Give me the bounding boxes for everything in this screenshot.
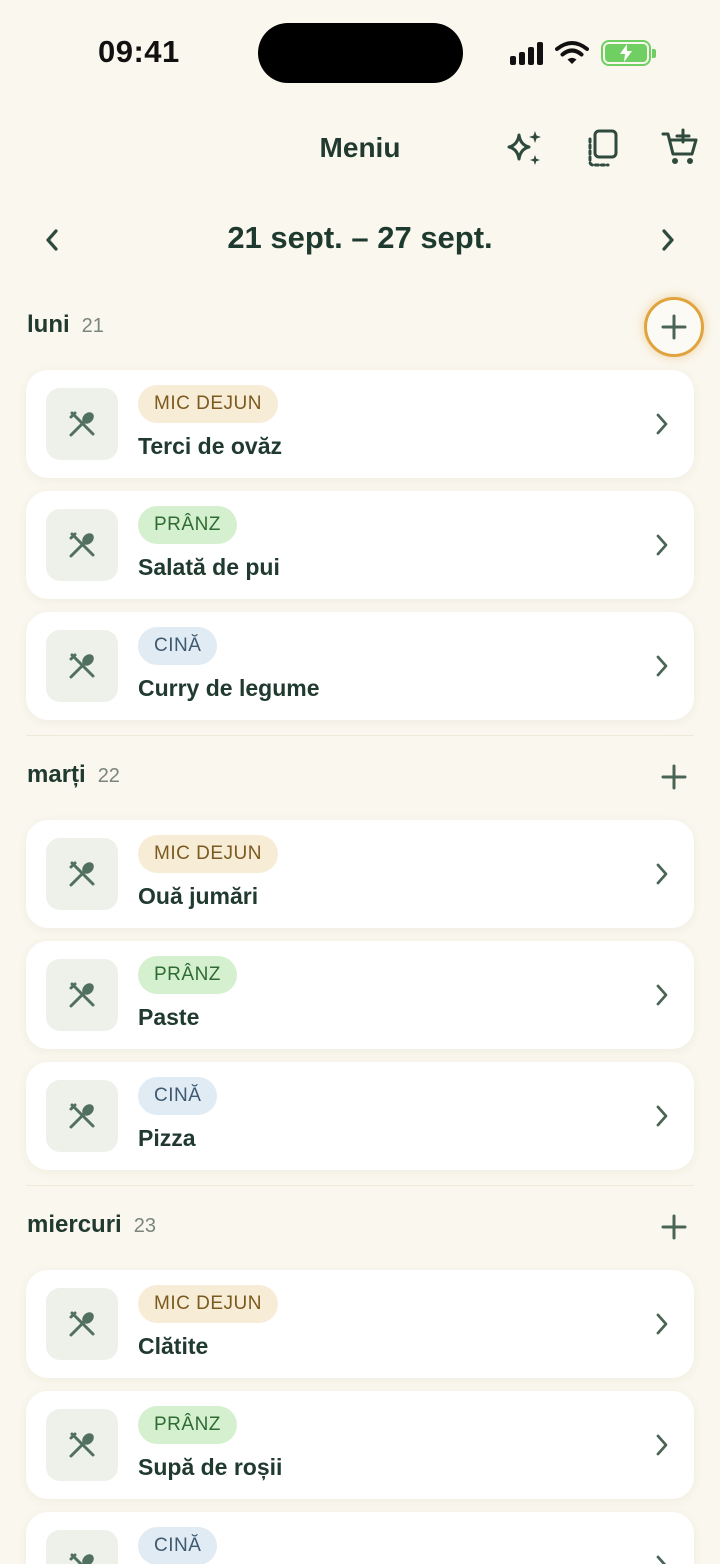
- status-time: 09:41: [98, 34, 180, 69]
- meal-type-badge: MIC DEJUN: [138, 385, 278, 423]
- meal-type-badge: MIC DEJUN: [138, 1285, 278, 1323]
- meal-name: Clătite: [138, 1333, 209, 1359]
- chevron-right-icon: [648, 1431, 676, 1459]
- meal-type-badge: PRÂNZ: [138, 1406, 237, 1444]
- cellular-signal-icon: [510, 41, 543, 65]
- meal-card[interactable]: PRÂNZ Supă de roșii: [26, 1391, 694, 1499]
- meal-thumbnail: [46, 630, 118, 702]
- meal-card[interactable]: MIC DEJUN Clătite: [26, 1270, 694, 1378]
- utensils-icon: [69, 982, 95, 1008]
- section-divider: [26, 735, 694, 736]
- chevron-right-icon: [648, 1102, 676, 1130]
- meal-thumbnail: [46, 959, 118, 1031]
- day-name: luni 21: [27, 311, 104, 338]
- meal-card[interactable]: CINĂ Pizza: [26, 1062, 694, 1170]
- plus-icon: [661, 1214, 687, 1240]
- utensils-icon: [69, 861, 95, 887]
- day-date: 23: [133, 1215, 156, 1237]
- shopping-list-button[interactable]: [658, 126, 702, 170]
- week-selector: 21 sept. – 27 sept.: [0, 210, 720, 270]
- utensils-icon: [69, 1311, 95, 1337]
- meal-thumbnail: [46, 1409, 118, 1481]
- chevron-right-icon: [648, 410, 676, 438]
- meal-name: Salată de pui: [138, 554, 280, 580]
- chevron-right-icon: [648, 531, 676, 559]
- chevron-right-icon: [648, 1310, 676, 1338]
- meal-thumbnail: [46, 1530, 118, 1564]
- ai-suggest-button[interactable]: [502, 126, 546, 170]
- meal-name: Pizza: [138, 1125, 196, 1151]
- utensils-icon: [69, 1553, 94, 1564]
- copy-week-button[interactable]: [580, 126, 624, 170]
- next-week-button[interactable]: [648, 220, 688, 260]
- status-bar: 09:41: [0, 0, 720, 100]
- meal-card[interactable]: PRÂNZ Paste: [26, 941, 694, 1049]
- add-meal-button[interactable]: [644, 297, 704, 357]
- utensils-icon: [69, 653, 95, 679]
- cart-add-icon: [661, 128, 698, 164]
- utensils-icon: [69, 1432, 95, 1458]
- section-divider: [26, 1185, 694, 1186]
- meal-card[interactable]: MIC DEJUN Terci de ovăz: [26, 370, 694, 478]
- meal-type-badge: PRÂNZ: [138, 956, 237, 994]
- meal-name: Curry de legume: [138, 675, 320, 701]
- plus-icon: [661, 314, 687, 340]
- copy-icon: [588, 129, 618, 167]
- day-date: 21: [81, 315, 104, 337]
- meal-card[interactable]: PRÂNZ Salată de pui: [26, 491, 694, 599]
- meal-name: Supă de roșii: [138, 1454, 283, 1480]
- meal-type-badge: CINĂ: [138, 1077, 218, 1115]
- status-icons: [510, 38, 656, 68]
- day-header-tuesday: marți 22: [0, 747, 720, 807]
- meal-type-badge: MIC DEJUN: [138, 835, 278, 873]
- chevron-right-icon: [648, 981, 676, 1009]
- week-range-label: 21 sept. – 27 sept.: [227, 220, 493, 255]
- meal-card[interactable]: CINĂ Curry de legume: [26, 612, 694, 720]
- meal-type-badge: CINĂ: [138, 1527, 218, 1564]
- dynamic-island: [258, 23, 463, 83]
- meal-name: Paste: [138, 1004, 200, 1030]
- day-header-wednesday: miercuri 23: [0, 1197, 720, 1257]
- meal-name: Terci de ovăz: [138, 433, 283, 459]
- wifi-icon: [555, 41, 589, 64]
- day-header-monday: luni 21: [0, 297, 720, 357]
- chevron-right-icon: [648, 1552, 676, 1564]
- battery-charging-icon: [601, 40, 656, 66]
- meal-type-badge: PRÂNZ: [138, 506, 237, 544]
- meal-type-badge: CINĂ: [138, 627, 218, 665]
- meal-thumbnail: [46, 388, 118, 460]
- utensils-icon: [69, 411, 95, 437]
- plus-icon: [661, 764, 687, 790]
- screen: 09:41 Meniu 21 sept. – 27 sept. luni 21 …: [0, 0, 720, 1564]
- chevron-right-icon: [648, 652, 676, 680]
- add-meal-button[interactable]: [644, 747, 704, 807]
- utensils-icon: [69, 1103, 95, 1129]
- day-name: miercuri 23: [27, 1211, 156, 1238]
- add-meal-button[interactable]: [644, 1197, 704, 1257]
- chevron-right-icon: [662, 229, 674, 251]
- meal-thumbnail: [46, 1080, 118, 1152]
- meal-thumbnail: [46, 838, 118, 910]
- utensils-icon: [69, 532, 95, 558]
- chevron-right-icon: [648, 860, 676, 888]
- meal-card[interactable]: MIC DEJUN Ouă jumări: [26, 820, 694, 928]
- meal-thumbnail: [46, 509, 118, 581]
- day-name: marți 22: [27, 761, 120, 788]
- sparkles-icon: [507, 131, 541, 165]
- meal-thumbnail: [46, 1288, 118, 1360]
- meal-card[interactable]: CINĂ: [26, 1512, 694, 1564]
- day-date: 22: [97, 765, 120, 787]
- meal-name: Ouă jumări: [138, 883, 259, 909]
